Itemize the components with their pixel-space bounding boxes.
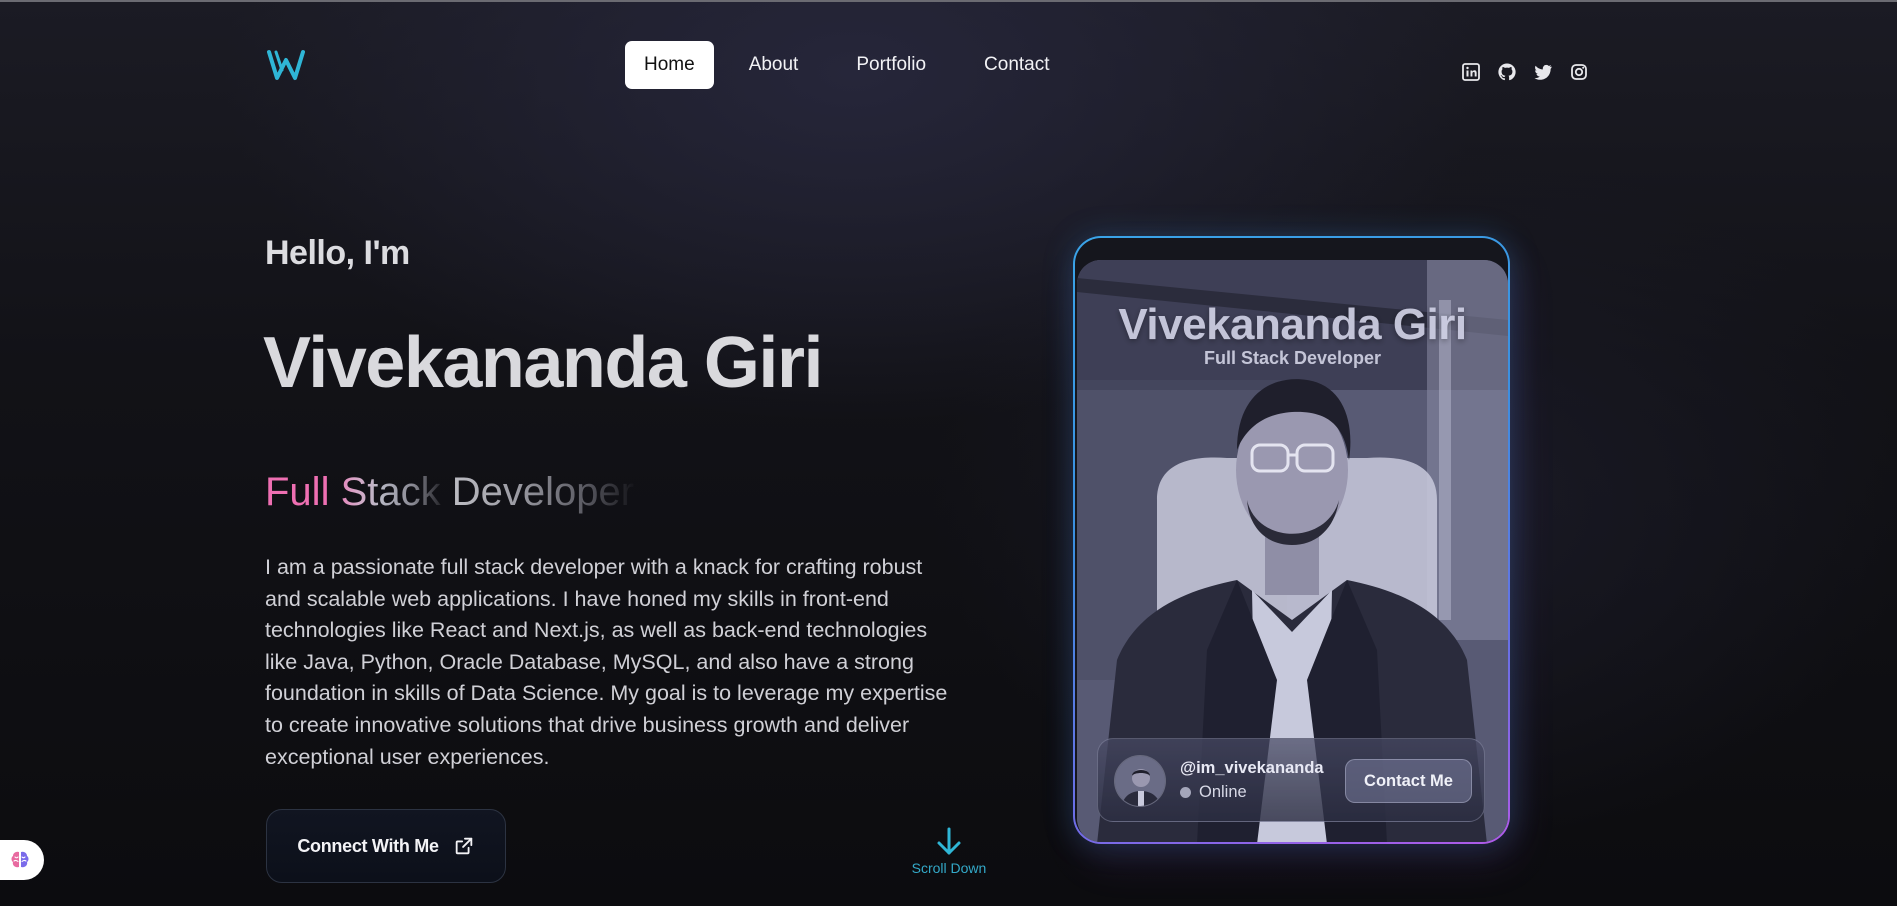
instagram-icon[interactable] (1569, 62, 1589, 82)
role-word-3: Developer (440, 470, 635, 514)
profile-handle: @im_vivekananda (1180, 759, 1324, 777)
top-rule (0, 0, 1897, 2)
connect-button-label: Connect With Me (297, 835, 439, 856)
nav-contact[interactable]: Contact (965, 41, 1068, 89)
card-info-bar: @im_vivekananda Online Contact Me (1097, 738, 1485, 822)
contact-me-button[interactable]: Contact Me (1345, 759, 1472, 803)
w-logo-icon[interactable] (266, 48, 306, 82)
scroll-down-link[interactable]: Scroll Down (902, 826, 996, 878)
hero-greeting: Hello, I'm (265, 234, 410, 272)
external-link-icon (455, 837, 472, 855)
status-dot-icon (1180, 787, 1191, 798)
profile-card: Vivekananda Giri Full Stack Developer @i… (1073, 236, 1510, 844)
github-icon[interactable] (1497, 62, 1517, 82)
hero-bio: I am a passionate full stack developer w… (265, 555, 948, 769)
scroll-down-label: Scroll Down (911, 860, 987, 876)
nav-about[interactable]: About (730, 41, 818, 89)
nav-home[interactable]: Home (625, 41, 714, 89)
hero-role: Full Stack Developer (265, 470, 634, 515)
card-title: Vivekananda Giri (1118, 300, 1467, 349)
hero-name: Vivekananda Giri (263, 323, 823, 403)
avatar (1114, 755, 1166, 807)
main-nav: Home About Portfolio Contact (625, 41, 1069, 89)
nav-portfolio[interactable]: Portfolio (837, 41, 945, 89)
linkedin-icon[interactable] (1461, 62, 1481, 82)
arrow-down-icon (937, 827, 961, 855)
status-indicator: Online (1180, 783, 1247, 802)
twitter-icon[interactable] (1533, 62, 1553, 82)
status-label: Online (1199, 783, 1247, 801)
role-word-1: Full (265, 470, 330, 514)
role-word-2: Stack (329, 470, 441, 514)
connect-button[interactable]: Connect With Me (266, 809, 506, 883)
brain-widget-icon[interactable] (0, 840, 44, 880)
card-subtitle: Full Stack Developer (1203, 348, 1382, 368)
social-links (1461, 62, 1589, 82)
